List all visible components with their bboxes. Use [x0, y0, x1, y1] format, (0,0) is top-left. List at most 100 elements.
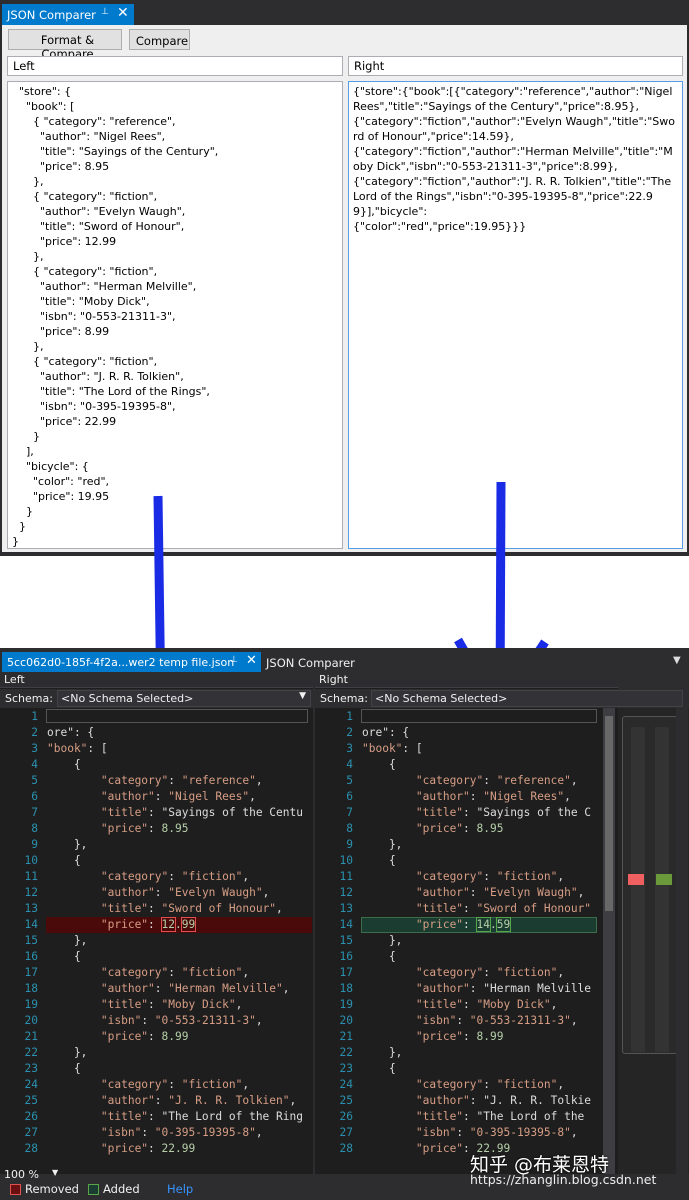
- code-line: 11 "category": "fiction",: [315, 868, 603, 884]
- code-line: 25 "author": "J. R. R. Tolkien",: [0, 1092, 313, 1108]
- code-line: 13 "title": "Sword of Honour",: [0, 900, 313, 916]
- line-number: 26: [24, 1110, 38, 1123]
- line-text: },: [362, 934, 403, 947]
- line-number: 4: [31, 758, 38, 771]
- right-code-editor[interactable]: 1 2 ore": {3 "book": [4 {5 "category": "ref…: [315, 708, 603, 1174]
- line-number: 19: [339, 998, 353, 1011]
- left-code-editor[interactable]: 1 2 ore": {3 "book": [4 {5 "category": "ref…: [0, 708, 313, 1174]
- line-number: 17: [339, 966, 353, 979]
- legend-added-label: Added: [103, 1182, 140, 1196]
- scroll-thumb[interactable]: [605, 716, 613, 911]
- line-number: 13: [339, 902, 353, 915]
- line-number: 14: [24, 918, 38, 931]
- schema-label: Schema:: [5, 692, 53, 705]
- line-text: "price": 8.99: [100, 1030, 189, 1043]
- map-scrollbar[interactable]: [676, 708, 688, 1174]
- line-number: 9: [31, 838, 38, 851]
- line-text: {: [362, 854, 396, 867]
- code-line: 5 "category": "reference",: [0, 772, 313, 788]
- line-text: "title": "Moby Dick",: [100, 998, 243, 1011]
- schema-value: <No Schema Selected>: [61, 692, 194, 705]
- line-text: ore": {: [47, 726, 95, 739]
- left-json-textbox[interactable]: "store": { "book": [ { "category": "refe…: [7, 81, 343, 549]
- right-header-field[interactable]: Right: [348, 56, 683, 76]
- line-text: "category": "fiction",: [100, 966, 250, 979]
- code-line: 24 "category": "fiction",: [0, 1076, 313, 1092]
- line-number: 23: [339, 1062, 353, 1075]
- current-line-box: [46, 709, 308, 723]
- left-schema-select[interactable]: <No Schema Selected> ▼: [57, 690, 311, 707]
- line-number: 9: [346, 838, 353, 851]
- tab-json-comparer[interactable]: JSON Comparer: [266, 656, 355, 670]
- chevron-down-icon[interactable]: ▼: [673, 655, 681, 666]
- line-number: 19: [24, 998, 38, 1011]
- line-number: 7: [346, 806, 353, 819]
- code-line: 22 },: [0, 1044, 313, 1060]
- right-schema-bar: Schema: <No Schema Selected>: [315, 689, 683, 708]
- close-icon[interactable]: ✕: [117, 5, 129, 21]
- line-number: 24: [339, 1078, 353, 1091]
- line-text: {: [47, 854, 81, 867]
- code-line: 11 "category": "fiction",: [0, 868, 313, 884]
- code-line: 12 "author": "Evelyn Waugh",: [0, 884, 313, 900]
- tab-bar: 5cc062d0-185f-4f2a...wer2 temp file.json…: [0, 648, 689, 672]
- line-text: "category": "fiction",: [100, 1078, 250, 1091]
- line-number: 17: [24, 966, 38, 979]
- line-text: "category": "fiction",: [415, 966, 565, 979]
- line-number: 2: [31, 726, 38, 739]
- right-pane-title: Right: [315, 672, 618, 688]
- map-right-track: [655, 727, 669, 1052]
- map-removed-marker[interactable]: [628, 874, 644, 885]
- line-text: "author": "Herman Melville: [415, 982, 592, 995]
- top-json-comparer-window: JSON Comparer ⊥ ✕ Format & Compare Compa…: [0, 0, 689, 556]
- tab-title: JSON Comparer: [7, 8, 96, 22]
- line-text: "book": [: [362, 742, 423, 755]
- tab-json-comparer[interactable]: JSON Comparer ⊥ ✕: [2, 4, 134, 25]
- schema-value: <No Schema Selected>: [375, 692, 508, 705]
- line-text: {: [47, 950, 81, 963]
- map-added-marker[interactable]: [656, 874, 672, 885]
- code-line: 28 "price": 22.99: [0, 1140, 313, 1156]
- left-header-field[interactable]: Left: [7, 56, 343, 76]
- chevron-down-icon: ▼: [299, 691, 306, 701]
- line-text: "category": "fiction",: [415, 870, 565, 883]
- code-line: 21 "price": 8.99: [315, 1028, 603, 1044]
- line-text: "book": [: [47, 742, 108, 755]
- line-number: 11: [339, 870, 353, 883]
- line-number: 20: [339, 1014, 353, 1027]
- line-number: 26: [339, 1110, 353, 1123]
- line-text: "price": 14.59: [415, 917, 512, 932]
- close-icon[interactable]: ✕: [246, 653, 257, 668]
- line-text: "category": "fiction",: [415, 1078, 565, 1091]
- code-line: 25 "author": "J. R. R. Tolkie: [315, 1092, 603, 1108]
- line-text: "isbn": "0-553-21311-3",: [100, 1014, 263, 1027]
- line-number: 13: [24, 902, 38, 915]
- pin-icon[interactable]: ⊥: [101, 7, 109, 17]
- code-line: 24 "category": "fiction",: [315, 1076, 603, 1092]
- line-number: 1: [31, 710, 38, 723]
- code-line: 7 "title": "Sayings of the Centu: [0, 804, 313, 820]
- line-number: 4: [346, 758, 353, 771]
- compare-button[interactable]: Compare: [129, 29, 190, 50]
- help-link[interactable]: Help: [167, 1182, 193, 1196]
- line-text: "price": 12.99: [100, 917, 197, 932]
- line-number: 28: [339, 1142, 353, 1155]
- watermark-url: https://zhanglin.blog.csdn.net: [470, 1172, 657, 1187]
- code-line: 9 },: [315, 836, 603, 852]
- line-text: "title": "The Lord of the: [415, 1110, 592, 1123]
- pin-icon[interactable]: ⊥: [230, 655, 238, 665]
- line-number: 23: [24, 1062, 38, 1075]
- code-line: 23 {: [315, 1060, 603, 1076]
- line-number: 11: [24, 870, 38, 883]
- line-text: ore": {: [362, 726, 410, 739]
- line-number: 10: [24, 854, 38, 867]
- line-number: 3: [346, 742, 353, 755]
- tab-temp-file[interactable]: 5cc062d0-185f-4f2a...wer2 temp file.json…: [2, 652, 261, 672]
- line-text: "author": "J. R. R. Tolkie: [415, 1094, 592, 1107]
- code-line: 13 "title": "Sword of Honour": [315, 900, 603, 916]
- right-schema-select[interactable]: <No Schema Selected>: [371, 690, 683, 707]
- right-vertical-scrollbar[interactable]: [603, 708, 615, 1174]
- format-compare-button[interactable]: Format & Compare: [8, 29, 122, 61]
- diff-overview-map[interactable]: [622, 716, 678, 1054]
- right-json-textbox[interactable]: {"store":{"book":[{"category":"reference…: [348, 81, 683, 549]
